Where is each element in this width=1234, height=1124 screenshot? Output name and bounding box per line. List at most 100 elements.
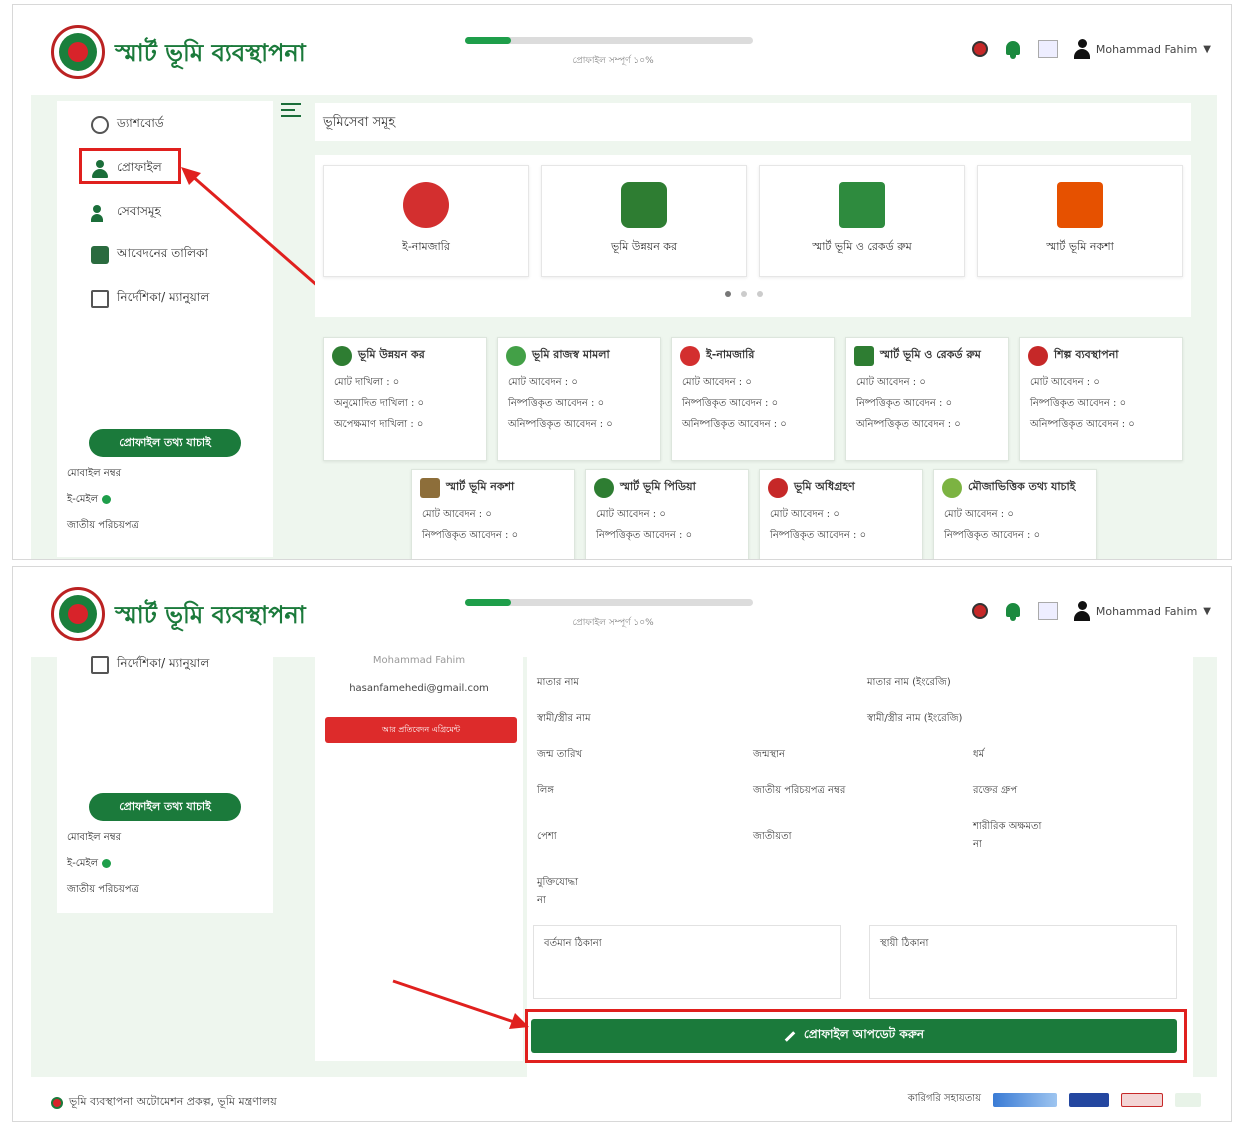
nid-label: জাতীয় পরিচয়পত্র <box>67 884 139 895</box>
service-card-land-map[interactable]: স্মার্ট ভূমি নকশা <box>977 165 1183 277</box>
sidebar-item-dashboard[interactable]: ড্যাশবোর্ড <box>91 113 164 137</box>
birthplace-label: জন্মস্থান <box>753 749 786 760</box>
profile-info-verify-button[interactable]: প্রোফাইল তথ্য যাচাই <box>89 429 241 457</box>
freedom-fighter-label: মুক্তিযোদ্ধা <box>537 877 579 888</box>
e-mutation-icon <box>680 346 700 366</box>
bell-icon[interactable] <box>1004 601 1022 621</box>
tile-title: মৌজাভিত্তিক তথ্য যাচাই <box>968 480 1076 493</box>
report-agreement-button[interactable]: আর প্রতিবেদন এগ্রিমেন্ট <box>325 717 517 743</box>
verification-info: মোবাইল নম্বর ই-মেইল জাতীয় পরিচয়পত্র <box>67 825 139 903</box>
tile-stat: মোট আবেদন : ০ <box>682 377 752 388</box>
dashboard-icon <box>91 116 109 134</box>
user-menu[interactable]: Mohammad Fahim ▼ <box>1073 39 1211 59</box>
profile-highlight-box <box>79 148 181 184</box>
tile-revenue-case[interactable]: ভূমি রাজস্ব মামলা মোট আবেদন : ০ নিষ্পত্ত… <box>497 337 661 461</box>
land-map-icon <box>420 478 440 498</box>
carousel-dots <box>725 291 763 297</box>
guide-icon <box>91 290 109 308</box>
acquisition-icon <box>768 478 788 498</box>
disability-value: না <box>973 839 982 850</box>
tile-e-mutation[interactable]: ই-নামজারি মোট আবেদন : ০ নিষ্পত্তিকৃত আবে… <box>671 337 835 461</box>
mobile-number-label: মোবাইল নম্বর <box>67 468 122 479</box>
tile-stat: মোট দাখিলা : ০ <box>334 377 400 388</box>
mobile-number-label: মোবাইল নম্বর <box>67 832 122 843</box>
tile-title: ভূমি রাজস্ব মামলা <box>532 348 610 361</box>
mother-name-en-label: মাতার নাম (ইংরেজি) <box>867 677 951 688</box>
carousel-dot[interactable] <box>741 291 747 297</box>
tile-title: স্মার্ট ভূমি ও রেকর্ড রুম <box>880 348 981 361</box>
email-label: ই-মেইল <box>67 494 99 505</box>
language-flag-icon[interactable] <box>1037 602 1058 620</box>
profile-progress-bar <box>465 599 753 606</box>
partner-logo <box>1175 1092 1201 1107</box>
page-title: ভূমিসেবা সমূহ <box>315 103 1191 141</box>
annotation-arrow <box>392 979 529 1029</box>
service-card-label: ভূমি উন্নয়ন কর <box>610 240 678 253</box>
profile-email: hasanfamehedi@gmail.com <box>349 683 489 694</box>
bangladesh-map-icon <box>854 346 874 366</box>
spouse-name-label: স্বামী/স্ত্রীর নাম <box>537 713 591 724</box>
check-icon <box>102 494 112 504</box>
present-address-box: বর্তমান ঠিকানা <box>533 925 841 999</box>
tile-stat: মোট আবেদন : ০ <box>770 509 840 520</box>
footer-ministry-text: ভূমি ব্যবস্থাপনা অটোমেশন প্রকল্প, ভূমি ম… <box>69 1095 277 1108</box>
tile-stat: মোট আবেদন : ০ <box>1030 377 1100 388</box>
sidebar-item-services[interactable]: সেবাসমূহ <box>91 201 161 225</box>
bell-icon[interactable] <box>1004 39 1022 59</box>
tile-stat: নিষ্পত্তিকৃত আবেদন : ০ <box>1030 398 1127 409</box>
spouse-name-en-label: স্বামী/স্ত্রীর নাম (ইংরেজি) <box>867 713 963 724</box>
tile-stat: নিষ্পত্তিকৃত আবেদন : ০ <box>682 398 779 409</box>
user-name: Mohammad Fahim <box>1095 604 1198 618</box>
tile-land-pedia[interactable]: স্মার্ট ভূমি পিডিয়া মোট আবেদন : ০ নিষ্প… <box>585 469 749 559</box>
tile-mouza-verify[interactable]: মৌজাভিত্তিক তথ্য যাচাই মোট আবেদন : ০ নিষ… <box>933 469 1097 559</box>
blood-group-label: রক্তের গ্রুপ <box>973 785 1018 796</box>
tile-land-map[interactable]: স্মার্ট ভূমি নকশা মোট আবেদন : ০ নিষ্পত্ত… <box>411 469 575 559</box>
collapse-sidebar-icon[interactable] <box>281 103 301 119</box>
service-card-e-mutation[interactable]: ই-নামজারি <box>323 165 529 277</box>
disability-label: শারীরিক অক্ষমতা <box>973 821 1042 832</box>
bangladesh-govt-logo[interactable] <box>51 587 105 641</box>
gender-label: লিঙ্গ <box>537 785 554 796</box>
guide-icon <box>91 656 109 674</box>
carousel-dot[interactable] <box>757 291 763 297</box>
service-card-label: স্মার্ট ভূমি নকশা <box>1046 240 1114 253</box>
land-tax-icon <box>332 346 352 366</box>
service-card-record-room[interactable]: স্মার্ট ভূমি ও রেকর্ড রুম <box>759 165 965 277</box>
tile-land-tax[interactable]: ভূমি উন্নয়ন কর মোট দাখিলা : ০ অনুমোদিত … <box>323 337 487 461</box>
present-address-label: বর্তমান ঠিকানা <box>544 938 602 949</box>
tile-stat: মোট আবেদন : ০ <box>596 509 666 520</box>
bangladesh-govt-logo[interactable] <box>51 25 105 79</box>
sidebar-item-guide[interactable]: নির্দেশিকা/ ম্যানুয়াল <box>91 653 209 677</box>
nationality-label: জাতীয়তা <box>753 831 792 842</box>
language-flag-icon[interactable] <box>1037 40 1058 58</box>
record-icon[interactable] <box>971 603 988 619</box>
user-menu[interactable]: Mohammad Fahim ▼ <box>1073 601 1211 621</box>
tile-title: স্মার্ট ভূমি পিডিয়া <box>620 480 696 493</box>
user-name: Mohammad Fahim <box>1095 42 1198 56</box>
e-mutation-icon <box>403 182 449 228</box>
record-icon[interactable] <box>971 41 988 57</box>
tile-stat: মোট আবেদন : ০ <box>508 377 578 388</box>
tile-acquisition[interactable]: ভূমি অধিগ্রহণ মোট আবেদন : ০ নিষ্পত্তিকৃত… <box>759 469 923 559</box>
chevron-down-icon: ▼ <box>1203 43 1211 55</box>
profile-info-verify-button[interactable]: প্রোফাইল তথ্য যাচাই <box>89 793 241 821</box>
profile-name: Mohammad Fahim <box>372 655 466 666</box>
app-title: স্মার্ট ভূমি ব্যবস্থাপনা <box>115 38 306 67</box>
tile-stat: অনিষ্পত্তিকৃত আবেদন : ০ <box>508 419 613 430</box>
service-carousel: ই-নামজারি ভূমি উন্নয়ন কর স্মার্ট ভূমি ও… <box>315 155 1191 317</box>
app-title: স্মার্ট ভূমি ব্যবস্থাপনা <box>115 600 306 629</box>
land-pedia-icon <box>594 478 614 498</box>
occupation-label: পেশা <box>537 831 557 842</box>
annotation-arrow <box>181 167 320 289</box>
chevron-down-icon: ▼ <box>1203 605 1211 617</box>
tile-record-room[interactable]: স্মার্ট ভূমি ও রেকর্ড রুম মোট আবেদন : ০ … <box>845 337 1009 461</box>
check-icon <box>102 858 112 868</box>
dob-label: জন্ম তারিখ <box>537 749 583 760</box>
service-card-land-tax[interactable]: ভূমি উন্নয়ন কর <box>541 165 747 277</box>
email-label: ই-মেইল <box>67 858 99 869</box>
screenshot-profile: স্মার্ট ভূমি ব্যবস্থাপনা প্রোফাইল সম্পূর… <box>12 566 1232 1122</box>
tile-title: ভূমি অধিগ্রহণ <box>794 480 855 493</box>
carousel-dot[interactable] <box>725 291 731 297</box>
tile-industry[interactable]: শিল্প ব্যবস্থাপনা মোট আবেদন : ০ নিষ্পত্ত… <box>1019 337 1183 461</box>
services-icon <box>91 204 109 222</box>
